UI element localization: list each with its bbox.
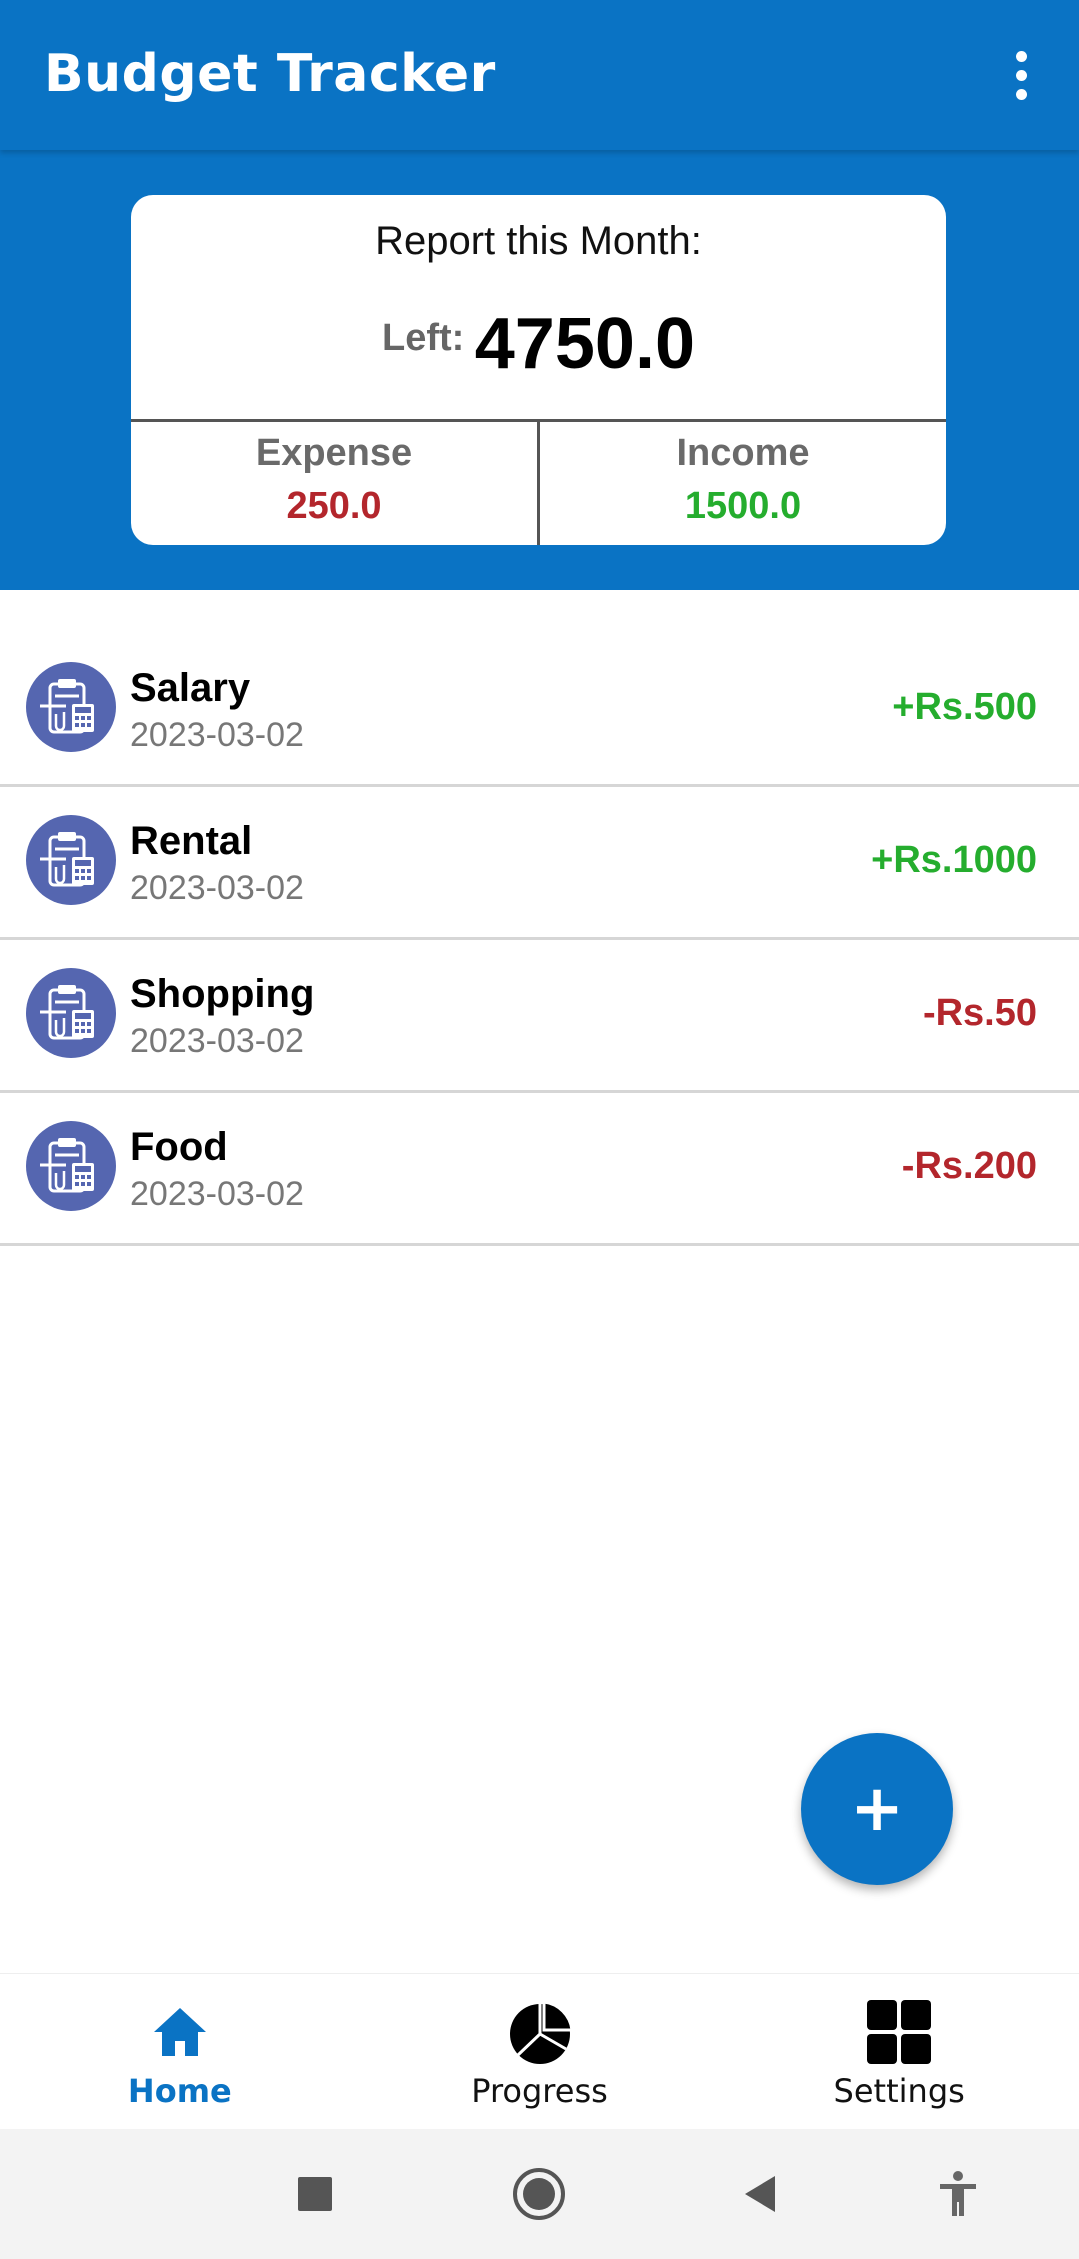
more-vert-icon[interactable] (983, 30, 1059, 120)
transaction-name: Rental (130, 819, 253, 863)
expense-label: Expense (255, 432, 413, 474)
nav-item-progress[interactable]: Progress (360, 1974, 720, 2129)
add-transaction-button[interactable]: + (801, 1733, 953, 1885)
report-split: Expense 250.0 Income 1500.0 (131, 419, 946, 545)
expense-value: 250.0 (286, 485, 382, 527)
bottom-navigation: Home Progress Settings (0, 1973, 1079, 2129)
transaction-amount: -Rs.200 (901, 1145, 1037, 1187)
plus-icon: + (850, 1772, 904, 1846)
budget-tracker-screen: Budget Tracker Report this Month: Left: … (0, 0, 1079, 2259)
transaction-row[interactable]: Salary 2023-03-02 +Rs.500 (0, 634, 1079, 787)
nav-label-progress: Progress (471, 2072, 608, 2110)
transaction-row[interactable]: Rental 2023-03-02 +Rs.1000 (0, 787, 1079, 940)
transaction-name: Shopping (130, 972, 315, 1016)
transaction-row[interactable]: Shopping 2023-03-02 -Rs.50 (0, 940, 1079, 1093)
transaction-name: Food (130, 1125, 228, 1169)
transaction-row[interactable]: Food 2023-03-02 -Rs.200 (0, 1093, 1079, 1246)
transaction-date: 2023-03-02 (130, 1175, 304, 1213)
pie-chart-icon (509, 2000, 574, 2064)
transaction-list: Salary 2023-03-02 +Rs.500 Rental 2023-03… (0, 634, 1079, 1246)
home-circle-icon[interactable] (509, 2164, 569, 2224)
accounting-icon (26, 1121, 116, 1211)
accounting-icon (26, 815, 116, 905)
home-icon (153, 2008, 206, 2056)
nav-label-home: Home (127, 2072, 232, 2110)
monthly-report-card: Report this Month: Left: 4750.0 Expense … (131, 195, 946, 545)
transaction-amount: +Rs.1000 (871, 839, 1037, 881)
balance-left-row: Left: 4750.0 (131, 303, 946, 385)
recents-icon[interactable] (285, 2164, 345, 2224)
transaction-date: 2023-03-02 (130, 716, 304, 754)
nav-label-settings: Settings (833, 2072, 965, 2110)
transaction-amount: +Rs.500 (892, 686, 1037, 728)
transaction-amount: -Rs.50 (922, 992, 1037, 1034)
report-title: Report this Month: (375, 219, 702, 263)
transaction-date: 2023-03-02 (130, 1022, 304, 1060)
income-summary: Income 1500.0 (537, 422, 946, 545)
grid-icon (867, 2000, 932, 2064)
expense-summary: Expense 250.0 (131, 422, 537, 545)
nav-item-settings[interactable]: Settings (719, 1974, 1079, 2129)
system-navigation-bar (0, 2129, 1079, 2259)
app-bar: Budget Tracker (0, 0, 1079, 150)
left-label: Left: (382, 317, 465, 359)
accessibility-icon[interactable] (928, 2164, 988, 2224)
accounting-icon (26, 662, 116, 752)
app-title: Budget Tracker (44, 44, 496, 104)
back-icon[interactable] (731, 2164, 791, 2224)
transaction-date: 2023-03-02 (130, 869, 304, 907)
transaction-name: Salary (130, 666, 251, 710)
income-value: 1500.0 (684, 485, 802, 527)
income-label: Income (676, 432, 810, 474)
accounting-icon (26, 968, 116, 1058)
left-value: 4750.0 (474, 304, 695, 384)
nav-item-home[interactable]: Home (0, 1974, 360, 2129)
